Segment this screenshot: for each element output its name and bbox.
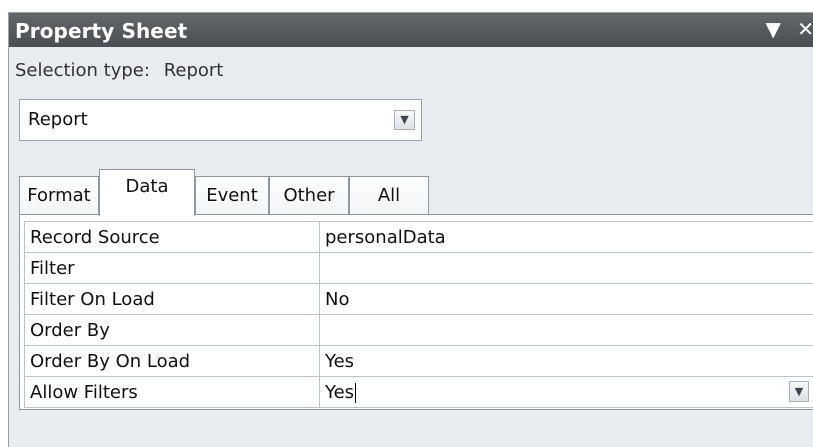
object-selector-combo[interactable]: Report ▼ xyxy=(19,99,422,141)
property-value[interactable] xyxy=(319,252,813,284)
tab-all[interactable]: All xyxy=(349,176,429,215)
panel-title: Property Sheet xyxy=(15,19,188,43)
object-selector-value: Report xyxy=(28,109,88,130)
property-name[interactable]: Order By xyxy=(24,314,320,346)
property-table: Record Source personalData Filter Filter… xyxy=(24,221,813,408)
table-row: Allow Filters Yes ▼ xyxy=(24,376,813,408)
property-sheet-panel: Property Sheet ▼ ✕ Selection type: Repor… xyxy=(8,12,813,447)
close-icon[interactable]: ✕ xyxy=(797,17,813,41)
table-row: Order By On Load Yes xyxy=(24,345,813,377)
title-bar: Property Sheet ▼ ✕ xyxy=(9,13,813,47)
property-grid: Record Source personalData Filter Filter… xyxy=(19,214,813,410)
property-value[interactable]: Yes xyxy=(319,345,813,377)
table-row: Order By xyxy=(24,314,813,346)
chevron-down-icon[interactable]: ▼ xyxy=(789,381,809,402)
tab-data[interactable]: Data xyxy=(99,169,195,216)
table-row: Record Source personalData xyxy=(24,221,813,253)
text-caret xyxy=(355,382,357,403)
selection-type-value: Report xyxy=(163,60,224,81)
property-name[interactable]: Order By On Load xyxy=(24,345,320,377)
property-value[interactable]: personalData xyxy=(319,221,813,253)
property-name[interactable]: Record Source xyxy=(24,221,320,253)
selection-type: Selection type: Report xyxy=(15,60,223,81)
property-value-editing[interactable]: Yes ▼ xyxy=(319,376,813,408)
property-name[interactable]: Allow Filters xyxy=(24,376,320,408)
selection-type-label: Selection type: xyxy=(15,60,150,81)
table-row: Filter xyxy=(24,252,813,284)
property-value-text: Yes xyxy=(325,381,355,403)
title-controls: ▼ ✕ xyxy=(755,17,813,41)
property-value[interactable]: No xyxy=(319,283,813,315)
tab-format[interactable]: Format xyxy=(19,176,99,215)
property-name[interactable]: Filter xyxy=(24,252,320,284)
tab-other[interactable]: Other xyxy=(269,176,349,215)
chevron-down-icon[interactable]: ▼ xyxy=(394,110,415,130)
tab-event[interactable]: Event xyxy=(195,176,269,215)
property-name[interactable]: Filter On Load xyxy=(24,283,320,315)
table-row: Filter On Load No xyxy=(24,283,813,315)
tab-strip: Format Data Event Other All xyxy=(19,169,579,216)
dropdown-arrow-icon[interactable]: ▼ xyxy=(765,17,780,41)
property-value[interactable] xyxy=(319,314,813,346)
